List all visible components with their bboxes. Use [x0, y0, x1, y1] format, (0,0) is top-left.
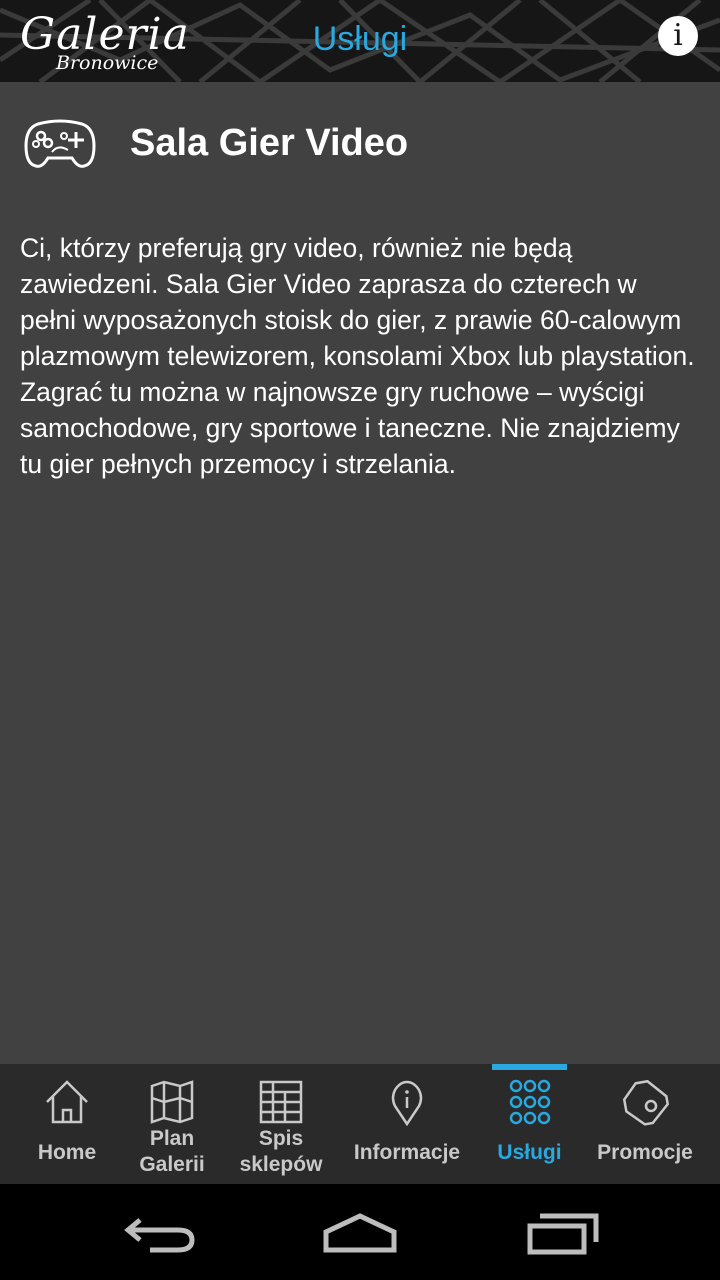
home-icon: [46, 1080, 88, 1124]
tab-spis-label: Spis sklepów: [226, 1126, 336, 1178]
tab-spis-label-line2: sklepów: [239, 1153, 323, 1176]
active-tab-indicator: [492, 1064, 567, 1070]
service-detail: Sala Gier Video Ci, którzy preferują gry…: [0, 82, 720, 1064]
back-icon[interactable]: [120, 1208, 200, 1256]
info-pin-icon: [391, 1080, 423, 1126]
page-title: Usługi: [312, 20, 408, 58]
info-icon: i: [673, 18, 683, 53]
tab-uslugi-label: Usługi: [497, 1141, 562, 1164]
app-header: Galeria Bronowice Usługi i: [0, 0, 720, 82]
gamepad-icon: [24, 119, 96, 168]
logo-line2: Bronowice: [56, 52, 159, 74]
galeria-logo[interactable]: Galeria Bronowice: [18, 10, 189, 76]
map-icon: [150, 1080, 194, 1124]
tab-informacje-label: Informacje: [353, 1141, 461, 1164]
list-icon: [259, 1080, 303, 1124]
tab-home-label: Home: [37, 1141, 97, 1164]
recents-icon[interactable]: [522, 1208, 602, 1256]
system-navigation-bar: [0, 1184, 720, 1280]
info-button[interactable]: i: [658, 16, 698, 56]
tag-icon: [622, 1079, 669, 1126]
service-description: Ci, którzy preferują gry video, również …: [20, 233, 695, 479]
home-button-icon[interactable]: [320, 1208, 400, 1256]
tab-plan-label-line1: Plan: [149, 1127, 195, 1150]
tab-informacje[interactable]: Informacje: [340, 1064, 474, 1184]
tab-plan-galerii[interactable]: Plan Galerii: [120, 1064, 224, 1184]
grid-icon: [509, 1079, 550, 1125]
tab-promocje[interactable]: Promocje: [590, 1064, 700, 1184]
tab-home[interactable]: Home: [10, 1064, 124, 1184]
tab-spis-sklepow[interactable]: Spis sklepów: [226, 1064, 336, 1184]
tab-promocje-label: Promocje: [597, 1141, 693, 1164]
service-title: Sala Gier Video: [130, 122, 409, 164]
tab-spis-label-line1: Spis: [258, 1127, 304, 1150]
tab-plan-label: Plan Galerii: [120, 1126, 224, 1178]
bottom-tab-bar: Home Plan Galerii Spis sklepów Informacj…: [0, 1064, 720, 1184]
tab-plan-label-line2: Galerii: [139, 1153, 205, 1176]
tab-uslugi[interactable]: Usługi: [492, 1064, 567, 1184]
